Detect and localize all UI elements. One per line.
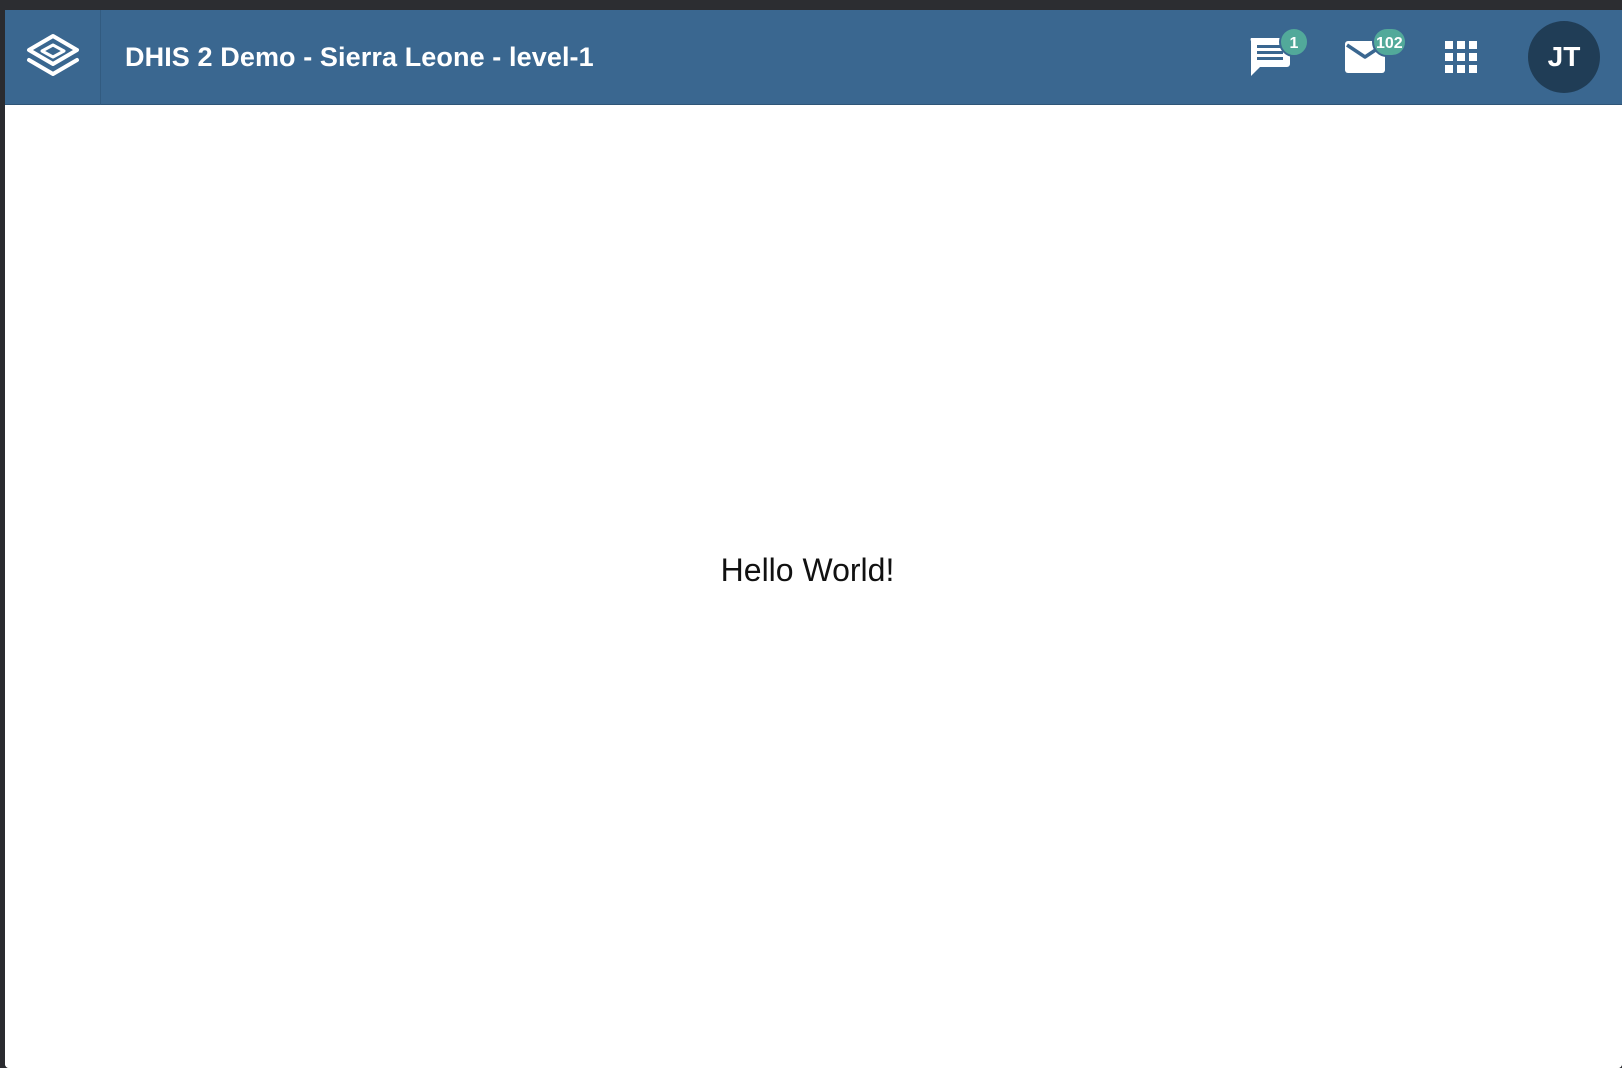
messages-badge: 102 (1372, 26, 1407, 57)
profile-menu[interactable]: JT (1528, 21, 1600, 93)
dhis2-logo-icon (26, 34, 79, 76)
hello-text: Hello World! (720, 552, 895, 588)
app-title: DHIS 2 Demo - Sierra Leone - level-1 (125, 41, 594, 72)
app-root: DHIS 2 Demo - Sierra Leone - level-1 1 1… (5, 10, 1622, 1068)
main-content: Hello World! (5, 105, 1622, 1068)
avatar[interactable]: JT (1528, 21, 1600, 93)
interpretations-badge: 1 (1279, 26, 1309, 57)
messages-button[interactable]: 102 (1330, 10, 1407, 105)
window-top-edge (0, 0, 1622, 10)
interpretations-button[interactable]: 1 (1234, 10, 1309, 105)
logo-button[interactable] (5, 10, 101, 105)
header-bar: DHIS 2 Demo - Sierra Leone - level-1 1 1… (5, 10, 1622, 105)
apps-grid-icon (1445, 41, 1477, 73)
apps-menu-button[interactable] (1426, 10, 1496, 105)
browser-window: DHIS 2 Demo - Sierra Leone - level-1 1 1… (0, 0, 1622, 1068)
